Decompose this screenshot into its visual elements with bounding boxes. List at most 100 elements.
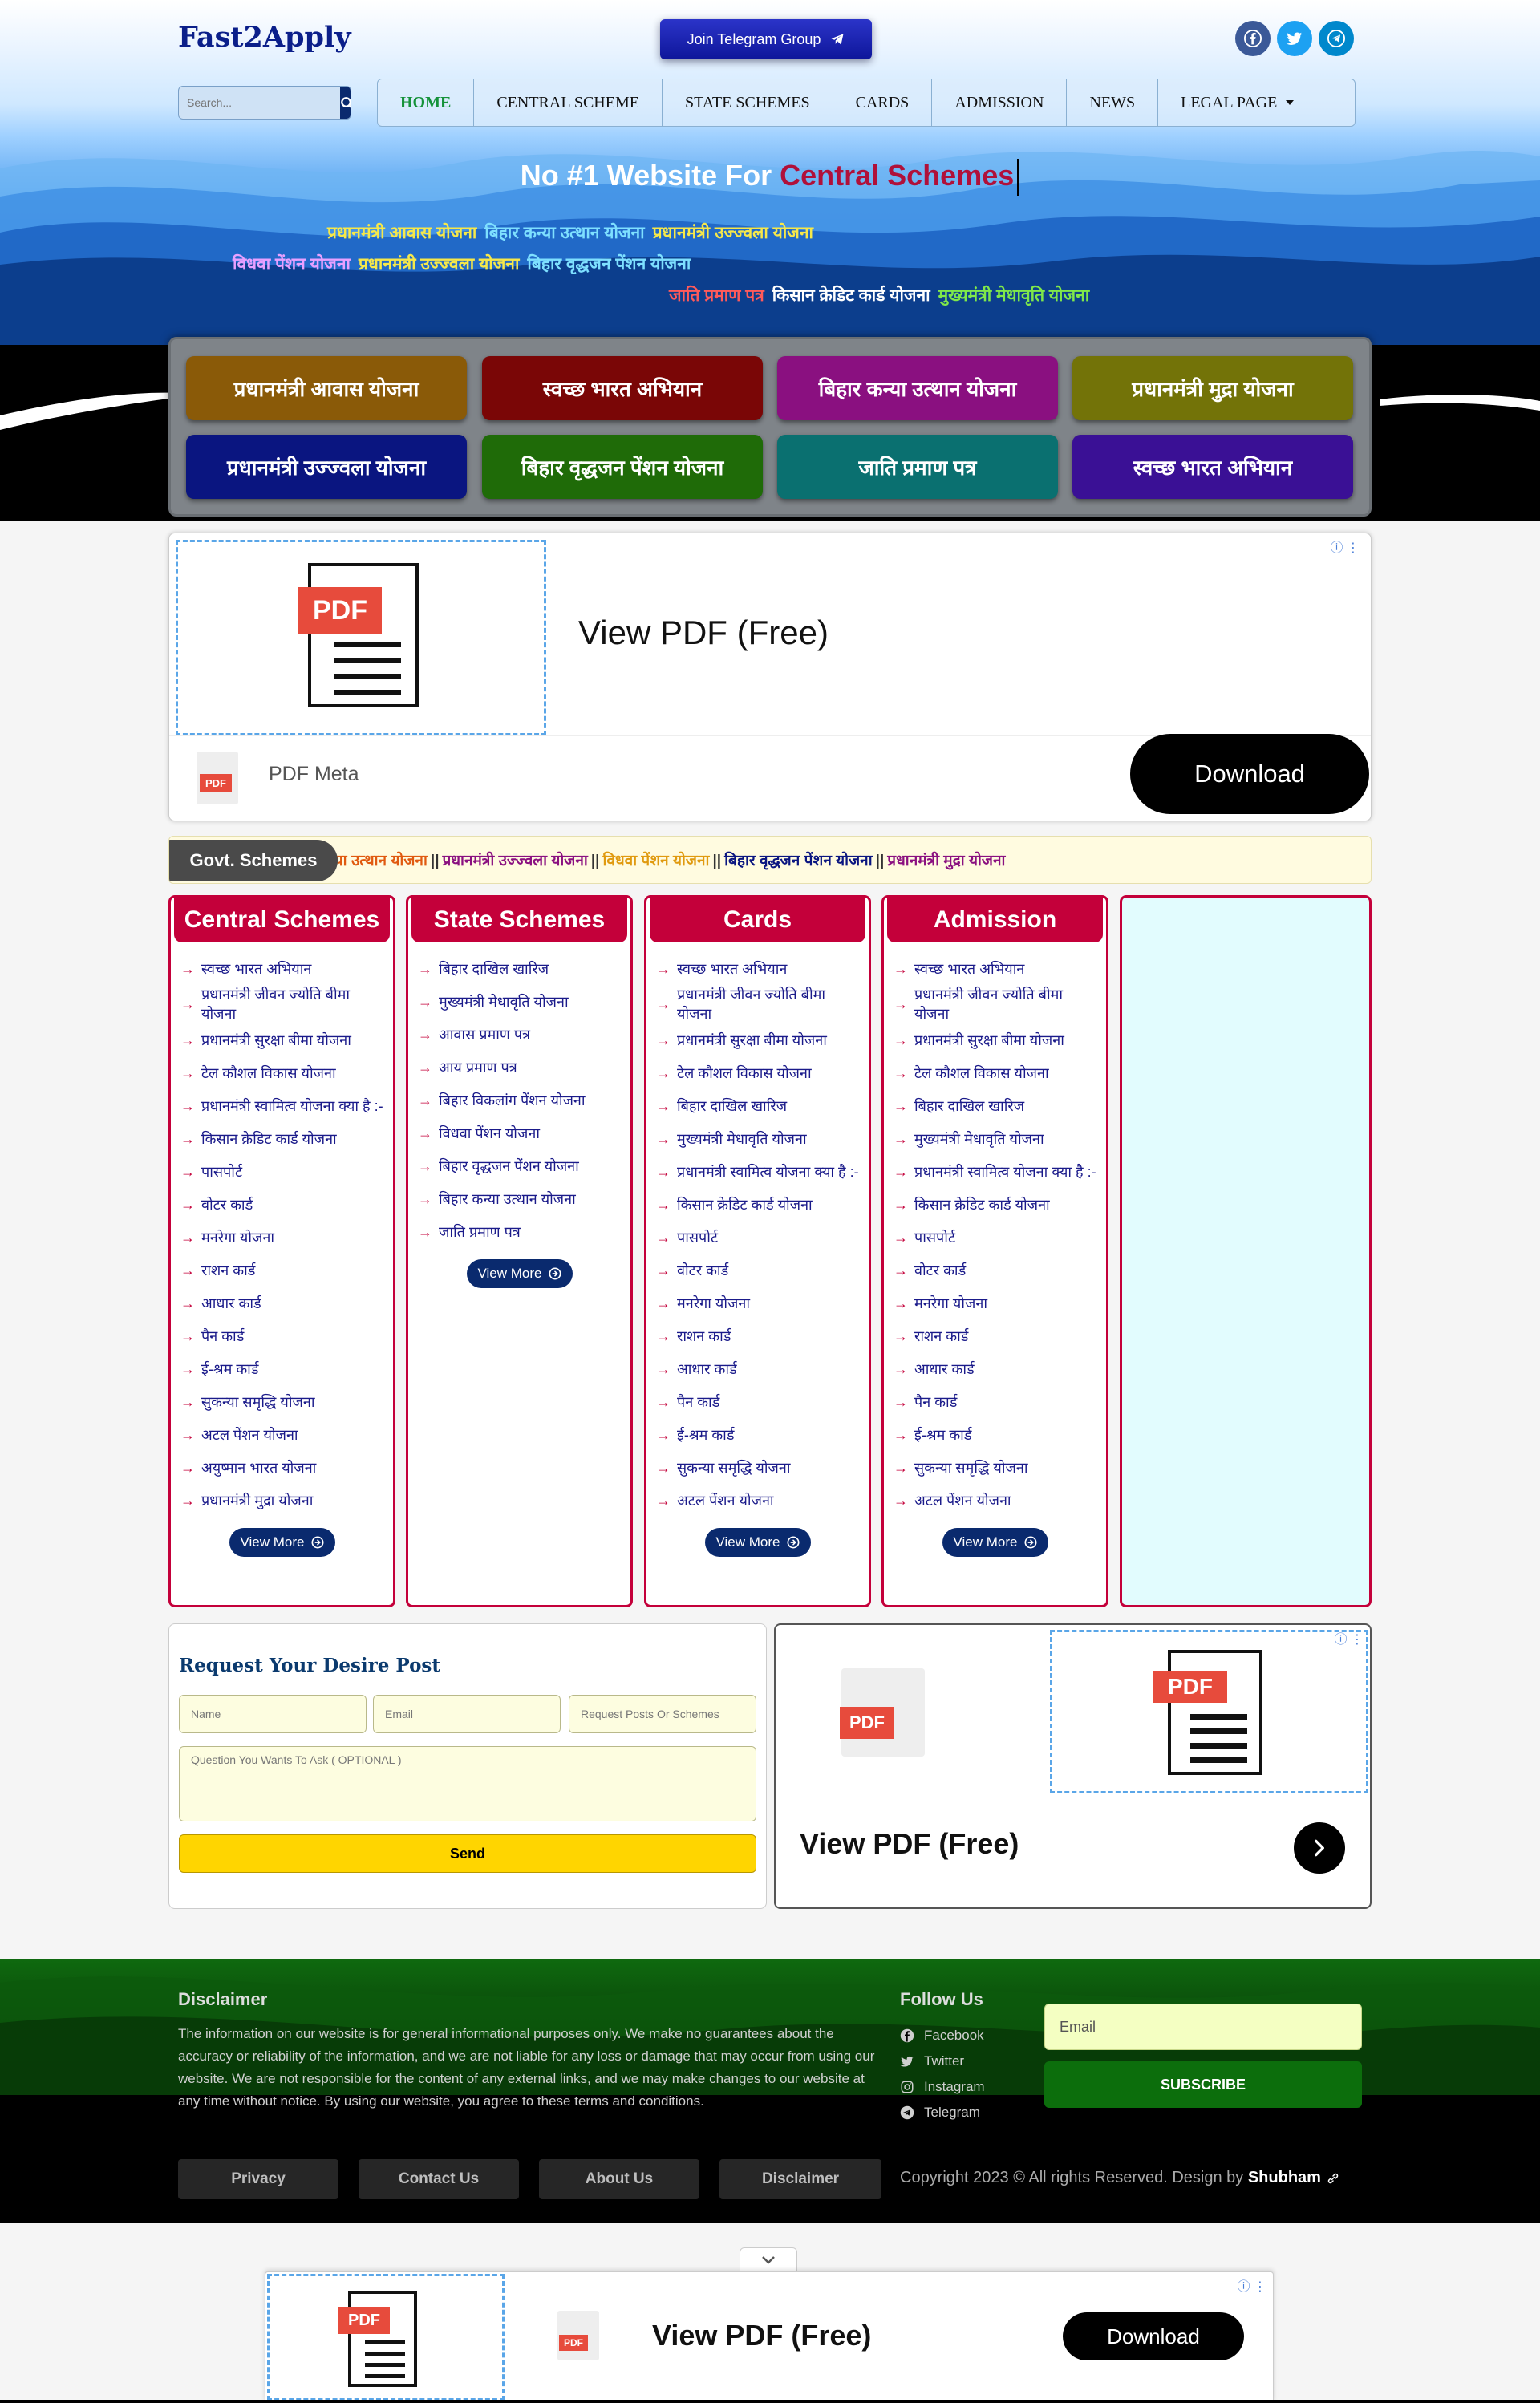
scheme-button[interactable]: स्वच्छ भारत अभियान [1072,435,1353,499]
list-item[interactable]: → ई-श्रम कार्ड [894,1418,1096,1451]
nav-legal-page[interactable]: LEGAL PAGE [1158,79,1317,126]
list-item[interactable]: → ई-श्रम कार्ड [180,1352,383,1385]
list-item[interactable]: → स्वच्छ भारत अभियान [180,952,383,985]
pdf-ad-side[interactable]: PDF PDF ⓘ ⋮ View PDF (Free) [774,1623,1372,1909]
list-item[interactable]: → पासपोर्ट [656,1221,859,1254]
list-item[interactable]: → राशन कार्ड [656,1319,859,1352]
footer-link-disclaimer[interactable]: Disclaimer [719,2159,881,2199]
view-more-button[interactable]: View More [466,1259,573,1288]
list-item[interactable]: → प्रधानमंत्री स्वामित्व योजना क्या है :- [180,1089,383,1122]
collapse-ad-button[interactable] [740,2247,797,2271]
list-item[interactable]: → बिहार विकलांग पेंशन योजना [418,1084,621,1116]
newsletter-email-input[interactable]: Email [1044,2004,1362,2050]
search-input[interactable] [179,87,340,119]
list-item[interactable]: → पैन कार्ड [894,1385,1096,1418]
list-item[interactable]: → बिहार दाखिल खारिज [894,1089,1096,1122]
telegram-social-button[interactable] [1319,21,1354,56]
scheme-button[interactable]: प्रधानमंत्री उज्ज्वला योजना [186,435,467,499]
footer-link-privacy[interactable]: Privacy [178,2159,338,2199]
footer-link-about-us[interactable]: About Us [539,2159,699,2199]
list-item[interactable]: → टेल कौशल विकास योजना [894,1056,1096,1089]
pdf-ad-banner[interactable]: PDF View PDF (Free) ⓘ ⋮ PDF PDF Meta Dow… [168,533,1372,821]
list-item[interactable]: → प्रधानमंत्री जीवन ज्योति बीमा योजना [894,985,1096,1023]
nav-admission[interactable]: ADMISSION [932,79,1068,126]
list-item[interactable]: → आवास प्रमाण पत्र [418,1018,621,1051]
question-textarea[interactable]: Question You Wants To Ask ( OPTIONAL ) [179,1746,756,1821]
list-item[interactable]: → प्रधानमंत्री स्वामित्व योजना क्या है :- [894,1155,1096,1188]
list-item[interactable]: → पैन कार्ड [180,1319,383,1352]
hero-scheme-link[interactable]: किसान क्रेडिट कार्ड योजना [772,286,930,305]
footer-link-contact-us[interactable]: Contact Us [359,2159,519,2199]
list-item[interactable]: → वोटर कार्ड [656,1254,859,1287]
list-item[interactable]: → मनरेगा योजना [894,1287,1096,1319]
footer-telegram-link[interactable]: Telegram [900,2105,980,2121]
list-item[interactable]: → पासपोर्ट [180,1155,383,1188]
list-item[interactable]: → राशन कार्ड [180,1254,383,1287]
ad-info-icon[interactable]: ⓘ ⋮ [1335,1628,1364,1647]
list-item[interactable]: → प्रधानमंत्री जीवन ज्योति बीमा योजना [180,985,383,1023]
join-telegram-button[interactable]: Join Telegram Group [660,19,872,59]
nav-state-schemes[interactable]: STATE SCHEMES [663,79,833,126]
list-item[interactable]: → किसान क्रेडिट कार्ड योजना [894,1188,1096,1221]
list-item[interactable]: → आधार कार्ड [894,1352,1096,1385]
search-button[interactable] [340,87,351,119]
list-item[interactable]: → टेल कौशल विकास योजना [180,1056,383,1089]
scheme-button[interactable]: प्रधानमंत्री आवास योजना [186,356,467,420]
hero-scheme-link[interactable]: बिहार वृद्धजन पेंशन योजना [527,255,691,274]
list-item[interactable]: → बिहार दाखिल खारिज [418,952,621,985]
list-item[interactable]: → अटल पेंशन योजना [656,1484,859,1517]
list-item[interactable]: → जाति प्रमाण पत्र [418,1215,621,1248]
list-item[interactable]: → पासपोर्ट [894,1221,1096,1254]
list-item[interactable]: → पैन कार्ड [656,1385,859,1418]
sticky-pdf-ad[interactable]: PDF PDF View PDF (Free) ⓘ ⋮ Download [265,2271,1274,2403]
list-item[interactable]: → मनरेगा योजना [656,1287,859,1319]
hero-scheme-link[interactable]: प्रधानमंत्री उज्ज्वला योजना [359,255,519,274]
email-field[interactable]: Email [373,1695,561,1733]
list-item[interactable]: → बिहार दाखिल खारिज [656,1089,859,1122]
hero-scheme-link[interactable]: मुख्यमंत्री मेधावृति योजना [938,286,1090,305]
list-item[interactable]: → सुकन्या समृद्धि योजना [894,1451,1096,1484]
list-item[interactable]: → सुकन्या समृद्धि योजना [180,1385,383,1418]
list-item[interactable]: → किसान क्रेडिट कार्ड योजना [180,1122,383,1155]
scheme-button[interactable]: स्वच्छ भारत अभियान [482,356,763,420]
list-item[interactable]: → राशन कार्ड [894,1319,1096,1352]
designer-link[interactable]: Shubham [1248,2169,1321,2186]
hero-scheme-link[interactable]: प्रधानमंत्री उज्ज्वला योजना [653,224,813,242]
facebook-social-button[interactable] [1235,21,1270,56]
list-item[interactable]: → वोटर कार्ड [894,1254,1096,1287]
nav-central-scheme[interactable]: CENTRAL SCHEME [474,79,663,126]
ad-info-icon[interactable]: ⓘ ⋮ [1331,537,1360,556]
ticker-link[interactable]: बिहार वृद्धजन पेंशन योजना [724,853,873,869]
subscribe-button[interactable]: SUBSCRIBE [1044,2061,1362,2108]
list-item[interactable]: → मुख्यमंत्री मेधावृति योजना [418,985,621,1018]
site-logo[interactable]: Fast2Apply [178,21,351,54]
ad-next-button[interactable] [1294,1822,1345,1874]
nav-news[interactable]: NEWS [1067,79,1159,126]
list-item[interactable]: → प्रधानमंत्री स्वामित्व योजना क्या है :- [656,1155,859,1188]
footer-instagram-link[interactable]: Instagram [900,2079,985,2095]
list-item[interactable]: → प्रधानमंत्री सुरक्षा बीमा योजना [894,1023,1096,1056]
list-item[interactable]: → अयुष्मान भारत योजना [180,1451,383,1484]
ad-download-button[interactable]: Download [1063,2312,1244,2360]
list-item[interactable]: → टेल कौशल विकास योजना [656,1056,859,1089]
hero-scheme-link[interactable]: जाति प्रमाण पत्र [669,286,764,305]
list-item[interactable]: → मनरेगा योजना [180,1221,383,1254]
request-field[interactable]: Request Posts Or Schemes [569,1695,756,1733]
name-field[interactable]: Name [179,1695,367,1733]
list-item[interactable]: → बिहार कन्या उत्थान योजना [418,1182,621,1215]
ad-info-icon[interactable]: ⓘ ⋮ [1238,2275,1266,2295]
list-item[interactable]: → स्वच्छ भारत अभियान [656,952,859,985]
twitter-social-button[interactable] [1277,21,1312,56]
view-more-button[interactable]: View More [942,1528,1048,1557]
list-item[interactable]: → स्वच्छ भारत अभियान [894,952,1096,985]
hero-scheme-link[interactable]: प्रधानमंत्री आवास योजना [327,224,476,242]
scheme-button[interactable]: बिहार वृद्धजन पेंशन योजना [482,435,763,499]
list-item[interactable]: → बिहार वृद्धजन पेंशन योजना [418,1149,621,1182]
list-item[interactable]: → प्रधानमंत्री सुरक्षा बीमा योजना [656,1023,859,1056]
list-item[interactable]: → सुकन्या समृद्धि योजना [656,1451,859,1484]
list-item[interactable]: → ई-श्रम कार्ड [656,1418,859,1451]
list-item[interactable]: → प्रधानमंत्री मुद्रा योजना [180,1484,383,1517]
footer-twitter-link[interactable]: Twitter [900,2053,964,2069]
scheme-button[interactable]: जाति प्रमाण पत्र [777,435,1058,499]
send-button[interactable]: Send [179,1834,756,1873]
